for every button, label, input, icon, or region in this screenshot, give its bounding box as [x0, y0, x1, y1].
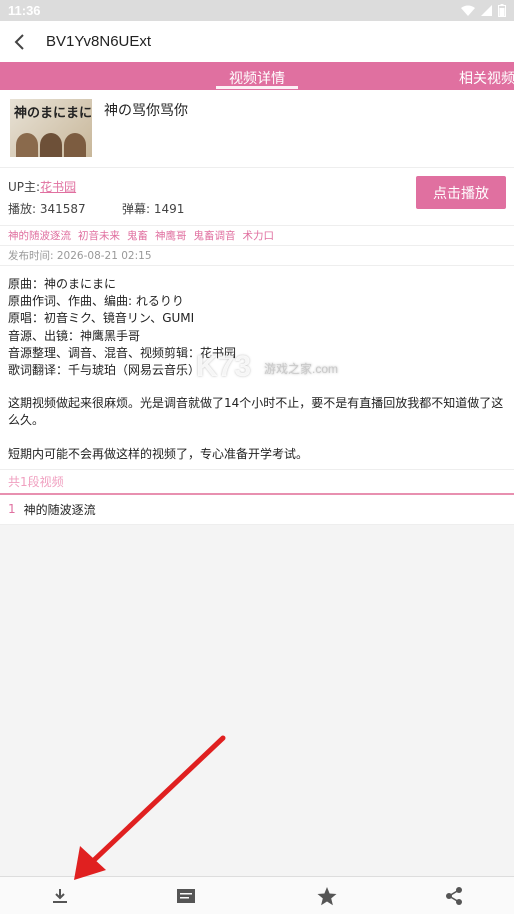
- tag-link[interactable]: 神鹰哥: [155, 228, 187, 243]
- status-icons: [461, 4, 506, 17]
- play-button[interactable]: 点击播放: [416, 176, 506, 209]
- description-line: 音源整理、调音、混音、视频剪辑：花书园: [8, 345, 237, 360]
- watermark-logo: K73: [196, 350, 252, 383]
- thumbnail-figure: [40, 133, 62, 157]
- danmaku-count: 弹幕: 1491: [122, 202, 185, 216]
- tag-link[interactable]: 术力口: [243, 228, 275, 243]
- segment-item[interactable]: 1 神的随波逐流: [0, 495, 514, 525]
- status-time: 11:36: [8, 3, 41, 18]
- description-line: 原曲作词、作曲、编曲: れるりり: [8, 294, 184, 309]
- video-thumbnail[interactable]: 神のまにまに: [10, 99, 92, 157]
- danmaku-icon: [177, 889, 195, 903]
- segment-count: 共1段视频: [0, 468, 514, 495]
- site-watermark: K73 游戏之家.com: [196, 350, 338, 384]
- segment-number: 1: [8, 502, 16, 517]
- tab-related-videos[interactable]: 相关视频: [459, 68, 514, 88]
- chevron-left-icon: [14, 33, 24, 50]
- detail-content: 神のまにまに 神の骂你骂你 UP主:花书园 播放: 341587 弹幕: 149…: [0, 90, 514, 525]
- signal-icon: [481, 5, 492, 16]
- video-header: 神のまにまに 神の骂你骂你: [0, 90, 514, 168]
- download-button[interactable]: [48, 885, 72, 907]
- description-line: 歌词翻译：千与琥珀（网易云音乐）: [8, 363, 201, 378]
- description-paragraph: 短期内可能不会再做这样的视频了，专心准备开学考试。: [8, 446, 309, 461]
- description-line: 音源、出镜：神鹰黑手哥: [8, 328, 141, 343]
- tag-link[interactable]: 初音未来: [78, 228, 120, 243]
- bottom-toolbar: [0, 876, 514, 914]
- uploader-name-link[interactable]: 花书园: [40, 180, 76, 194]
- description-line: 原曲：神のまにまに: [8, 277, 117, 291]
- video-title: 神の骂你骂你: [104, 103, 188, 119]
- tag-list: 神的随波逐流 初音未来 鬼畜 神鹰哥 鬼畜调音 术力口: [0, 226, 514, 246]
- description-line: 原唱：初音ミク、镜音リン、GUMI: [8, 311, 195, 326]
- battery-icon: [498, 4, 506, 17]
- thumbnail-figure: [64, 133, 86, 157]
- favorite-button[interactable]: [315, 885, 339, 907]
- tag-link[interactable]: 鬼畜调音: [194, 228, 236, 243]
- download-icon: [53, 889, 67, 903]
- page-title: BV1Yv8N6UExt: [46, 33, 152, 50]
- play-count: 播放: 341587: [8, 202, 86, 216]
- segment-title: 神的随波逐流: [23, 502, 96, 517]
- thumbnail-text: 神のまにまに: [14, 106, 92, 121]
- danmaku-button[interactable]: [174, 885, 198, 907]
- uploader-label: UP主:: [8, 180, 41, 194]
- star-icon: [317, 886, 337, 905]
- publish-time: 发布时间: 2026-08-21 02:15: [0, 246, 514, 266]
- share-icon: [446, 887, 462, 905]
- description-paragraph: 这期视频做起来很麻烦。光是调音就做了14个小时不止，要不是有直播回放我都不知道做…: [8, 396, 504, 428]
- back-button[interactable]: [0, 21, 40, 62]
- watermark-text: 游戏之家.com: [264, 362, 339, 376]
- uploader: UP主:花书园: [8, 178, 76, 195]
- app-bar: BV1Yv8N6UExt: [0, 21, 514, 62]
- wifi-icon: [461, 5, 475, 16]
- tab-bar: 视频详情 相关视频: [0, 62, 514, 90]
- tab-indicator: [216, 86, 298, 89]
- tab-video-details[interactable]: 视频详情: [229, 68, 285, 88]
- status-bar: 11:36: [0, 0, 514, 21]
- thumbnail-figure: [16, 133, 38, 157]
- tag-link[interactable]: 鬼畜: [127, 228, 148, 243]
- video-description: 原曲：神のまにまに 原曲作词、作曲、编曲: れるりり 原唱：初音ミク、镜音リン、…: [0, 266, 514, 469]
- share-button[interactable]: [442, 885, 466, 907]
- video-info: UP主:花书园 播放: 341587 弹幕: 1491 点击播放: [0, 168, 514, 226]
- tag-link[interactable]: 神的随波逐流: [8, 228, 71, 243]
